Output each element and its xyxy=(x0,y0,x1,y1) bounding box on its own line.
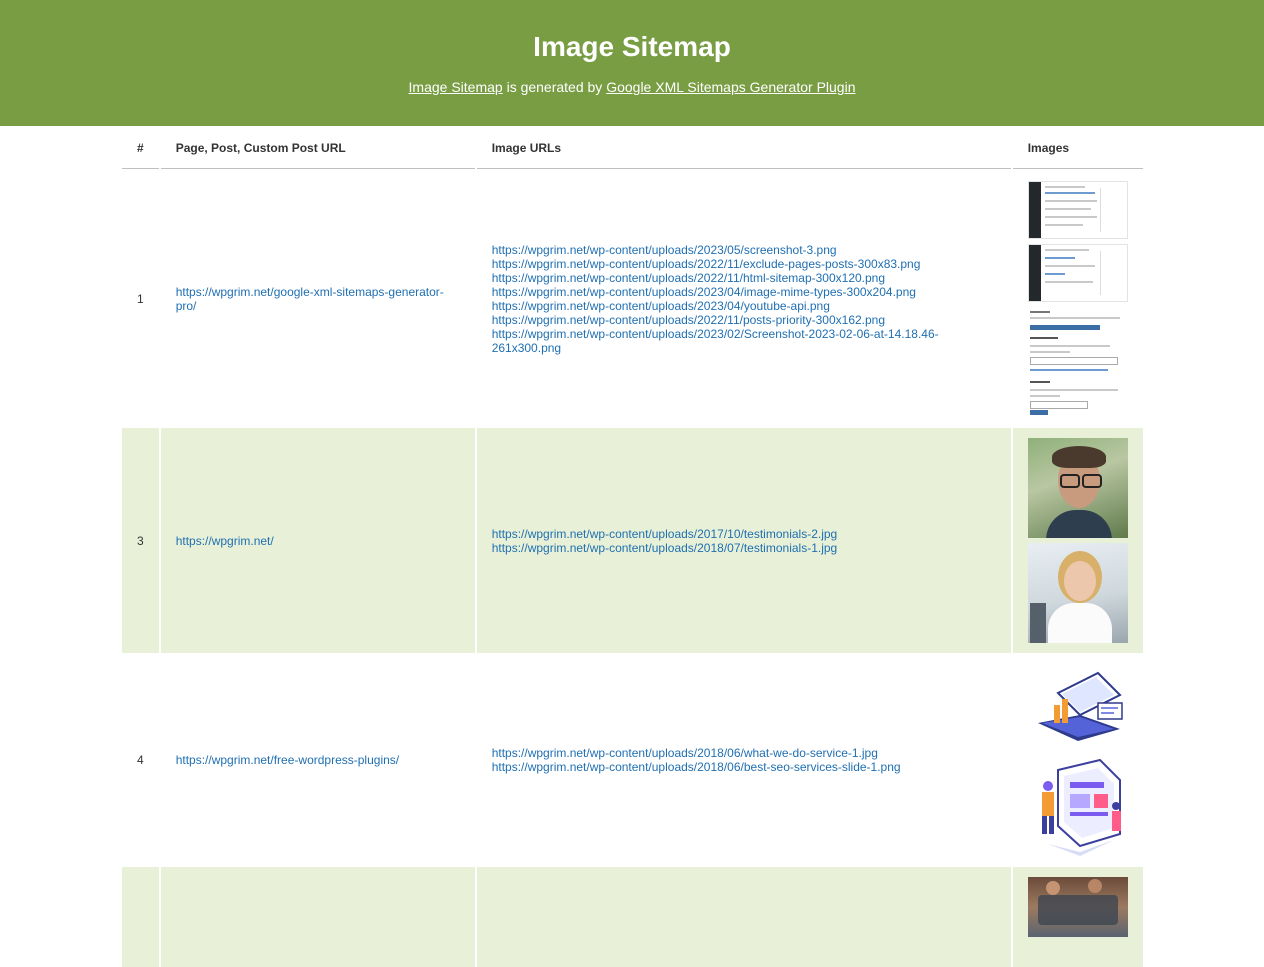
page-header: Image Sitemap Image Sitemap is generated… xyxy=(0,0,1264,126)
image-url-link[interactable]: https://wpgrim.net/wp-content/uploads/20… xyxy=(492,327,996,355)
column-header-image-urls: Image URLs xyxy=(476,126,1011,169)
image-urls-cell: https://wpgrim.net/wp-content/uploads/20… xyxy=(476,428,1011,653)
page-url-cell: https://wpgrim.net/free-wordpress-plugin… xyxy=(161,653,475,867)
page-url-cell: https://wpgrim.net/ xyxy=(160,428,475,653)
images-cell xyxy=(1012,867,1143,967)
testimonial-woman-photo[interactable] xyxy=(1027,543,1128,643)
image-url-link[interactable]: https://wpgrim.net/wp-content/uploads/20… xyxy=(492,285,996,299)
image-url-link[interactable]: https://wpgrim.net/wp-content/uploads/20… xyxy=(492,243,996,257)
table-row: 3 https://wpgrim.net/ https://wpgrim.net… xyxy=(122,428,1143,653)
screenshot-thumbnail[interactable] xyxy=(1027,180,1128,239)
page-url-link[interactable]: https://wpgrim.net/google-xml-sitemaps-g… xyxy=(176,285,460,313)
row-number: 3 xyxy=(122,428,159,653)
row-number xyxy=(122,867,159,967)
table-row: 4 https://wpgrim.net/free-wordpress-plug… xyxy=(122,653,1143,867)
image-urls-cell xyxy=(476,867,1011,967)
page-url-cell: https://wpgrim.net/google-xml-sitemaps-g… xyxy=(161,169,475,428)
images-cell xyxy=(1012,428,1143,653)
screenshot-thumbnail[interactable] xyxy=(1027,243,1128,302)
images-cell xyxy=(1013,653,1143,867)
images-cell xyxy=(1013,169,1143,428)
image-url-link[interactable]: https://wpgrim.net/wp-content/uploads/20… xyxy=(492,760,996,774)
column-header-number: # xyxy=(122,126,159,169)
seo-services-illustration[interactable] xyxy=(1027,755,1128,858)
column-header-images: Images xyxy=(1012,126,1143,169)
image-url-link[interactable]: https://wpgrim.net/wp-content/uploads/20… xyxy=(492,541,996,555)
team-photo[interactable] xyxy=(1027,877,1128,937)
table-header-row: # Page, Post, Custom Post URL Image URLs… xyxy=(122,126,1143,169)
row-number: 4 xyxy=(137,753,144,767)
testimonial-man-photo[interactable] xyxy=(1027,438,1128,538)
image-urls-cell: https://wpgrim.net/wp-content/uploads/20… xyxy=(477,653,1011,867)
image-url-link[interactable]: https://wpgrim.net/wp-content/uploads/20… xyxy=(492,257,996,271)
image-url-link[interactable]: https://wpgrim.net/wp-content/uploads/20… xyxy=(492,313,996,327)
row-number: 1 xyxy=(137,291,144,306)
settings-screenshot-thumbnail[interactable] xyxy=(1027,306,1128,417)
plugin-link[interactable]: Google XML Sitemaps Generator Plugin xyxy=(606,79,855,95)
image-sitemap-link[interactable]: Image Sitemap xyxy=(409,79,503,95)
laptop-illustration[interactable] xyxy=(1027,662,1128,751)
image-url-link[interactable]: https://wpgrim.net/wp-content/uploads/20… xyxy=(492,527,996,541)
page-subtitle: Image Sitemap is generated by Google XML… xyxy=(0,78,1264,96)
page-url-cell xyxy=(160,867,475,967)
image-urls-cell: https://wpgrim.net/wp-content/uploads/20… xyxy=(477,169,1011,428)
table-row: 1 https://wpgrim.net/google-xml-sitemaps… xyxy=(122,169,1143,428)
subtitle-text: is generated by xyxy=(502,79,607,95)
image-url-link[interactable]: https://wpgrim.net/wp-content/uploads/20… xyxy=(492,271,996,285)
sitemap-table: # Page, Post, Custom Post URL Image URLs… xyxy=(120,126,1145,967)
image-url-link[interactable]: https://wpgrim.net/wp-content/uploads/20… xyxy=(492,746,996,760)
page-url-link[interactable]: https://wpgrim.net/free-wordpress-plugin… xyxy=(176,753,460,767)
column-header-page-url: Page, Post, Custom Post URL xyxy=(160,126,475,169)
page-url-link[interactable]: https://wpgrim.net/ xyxy=(176,534,460,548)
page-title: Image Sitemap xyxy=(533,31,731,62)
table-row xyxy=(122,867,1143,967)
image-url-link[interactable]: https://wpgrim.net/wp-content/uploads/20… xyxy=(492,299,996,313)
